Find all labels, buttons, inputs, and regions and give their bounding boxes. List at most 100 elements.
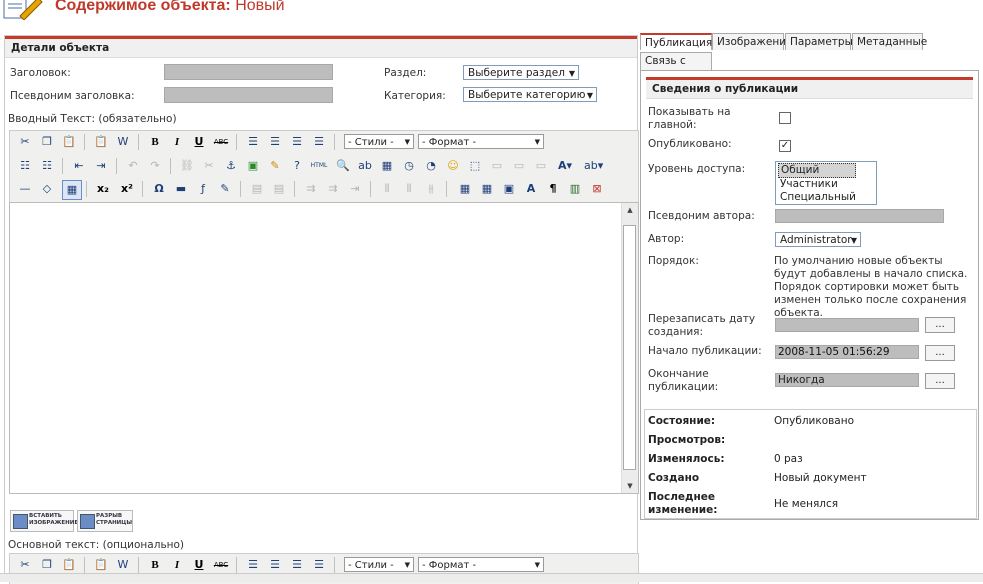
paste-word-icon[interactable]: W	[114, 556, 132, 574]
split-cells-icon[interactable]: ▦	[456, 180, 474, 198]
author-select[interactable]: Administrator ▼	[775, 232, 861, 247]
cleanup-icon[interactable]: ✎	[266, 157, 284, 175]
visual-aid-icon[interactable]: ▣	[500, 180, 518, 198]
table-cell-icon[interactable]: ▤	[270, 180, 288, 198]
publish-end-input[interactable]: Никогда	[775, 373, 919, 387]
strikethrough-icon[interactable]: ABC	[212, 133, 230, 151]
access-option-special[interactable]: Специальный	[776, 191, 876, 204]
anchor-icon[interactable]: ⚓	[222, 157, 240, 175]
access-listbox[interactable]: Общий Участники Специальный	[775, 161, 877, 205]
frontpage-checkbox[interactable]	[779, 112, 791, 124]
category-select[interactable]: Выберите категорию ▼	[463, 87, 597, 102]
publish-end-button[interactable]: ...	[925, 373, 955, 389]
abbr-icon[interactable]: A	[522, 180, 540, 198]
pilcrow-icon[interactable]: ¶	[544, 180, 562, 198]
flash-icon[interactable]: ƒ	[194, 180, 212, 198]
published-checkbox[interactable]: ✓	[779, 140, 791, 152]
charmap-icon[interactable]: Ω	[150, 180, 168, 198]
col-before-icon[interactable]: ⫴	[378, 180, 396, 198]
tab-metadata[interactable]: Метаданные	[852, 33, 927, 50]
tab-parameters[interactable]: Параметры	[785, 33, 853, 50]
tab-images[interactable]: Изображения	[712, 33, 792, 50]
layer-backward-icon[interactable]: ▭	[532, 157, 550, 175]
align-center-icon[interactable]: ☰	[266, 556, 284, 574]
edit-icon[interactable]: ✎	[216, 180, 234, 198]
tab-menu-link[interactable]: Связь с меню	[640, 52, 712, 84]
merge-cells-icon[interactable]: ▦	[478, 180, 496, 198]
justify-icon[interactable]: ☰	[310, 133, 328, 151]
bullet-list-icon[interactable]: ☷	[16, 157, 34, 175]
scroll-thumb[interactable]	[623, 225, 636, 470]
table-icon[interactable]: ▦	[62, 180, 82, 200]
image-icon[interactable]: ▣	[244, 157, 262, 175]
cut-icon[interactable]: ✂	[16, 133, 34, 151]
alias-input[interactable]	[164, 87, 333, 103]
layer-icon[interactable]: ▭	[488, 157, 506, 175]
styles-dropdown[interactable]: - Стили - ▼	[344, 134, 414, 149]
media-icon[interactable]: ⊠	[588, 180, 606, 198]
align-right-icon[interactable]: ☰	[288, 133, 306, 151]
row-before-icon[interactable]: ⇉	[302, 180, 320, 198]
undo-icon[interactable]: ↶	[124, 157, 142, 175]
tab-publication[interactable]: Публикация	[640, 33, 712, 50]
format-dropdown[interactable]: - Формат - ▼	[418, 134, 544, 149]
superscript-icon[interactable]: x²	[118, 180, 136, 198]
col-after-icon[interactable]: ⫴	[400, 180, 418, 198]
publish-start-input[interactable]: 2008-11-05 01:56:29	[775, 345, 919, 359]
layer-forward-icon[interactable]: ▭	[510, 157, 528, 175]
title-input[interactable]	[164, 64, 333, 80]
paste-text-icon[interactable]: 📋	[92, 133, 110, 151]
author-alias-input[interactable]	[775, 209, 944, 223]
unlink-icon[interactable]: ✂	[200, 157, 218, 175]
align-left-icon[interactable]: ☰	[244, 556, 262, 574]
replace-icon[interactable]: ab	[356, 157, 374, 175]
format-dropdown[interactable]: - Формат - ▼	[418, 557, 544, 572]
link-icon[interactable]: ⛓	[178, 157, 196, 175]
copy-icon[interactable]: ❐	[38, 133, 56, 151]
paste-text-icon[interactable]: 📋	[92, 556, 110, 574]
underline-icon[interactable]: U	[190, 556, 208, 574]
scroll-down-icon[interactable]: ▼	[622, 479, 638, 493]
subscript-icon[interactable]: x₂	[94, 180, 112, 198]
insert-image-button[interactable]: ВСТАВИТЬ ИЗОБРАЖЕНИЕ	[10, 510, 78, 532]
underline-icon[interactable]: U	[190, 133, 208, 151]
indent-icon[interactable]: ⇥	[92, 157, 110, 175]
align-center-icon[interactable]: ☰	[266, 133, 284, 151]
styles-dropdown[interactable]: - Стили - ▼	[344, 557, 414, 572]
outdent-icon[interactable]: ⇤	[70, 157, 88, 175]
italic-icon[interactable]: I	[168, 133, 186, 151]
eraser-icon[interactable]: ◇	[38, 180, 56, 198]
table-row-icon[interactable]: ▤	[248, 180, 266, 198]
text-color-icon[interactable]: A▾	[556, 157, 574, 175]
copy-icon[interactable]: ❐	[38, 556, 56, 574]
strikethrough-icon[interactable]: ABC	[212, 556, 230, 574]
publish-start-button[interactable]: ...	[925, 345, 955, 361]
html-icon[interactable]: HTML	[310, 157, 328, 175]
row-after-icon[interactable]: ⇉	[324, 180, 342, 198]
scroll-up-icon[interactable]: ▲	[622, 203, 638, 217]
paste-icon[interactable]: 📋	[60, 133, 78, 151]
override-date-input[interactable]	[775, 318, 919, 332]
paste-word-icon[interactable]: W	[114, 133, 132, 151]
intro-text-editor[interactable]: ▲ ▼	[9, 202, 639, 494]
emoticon-icon[interactable]: ☺	[444, 157, 462, 175]
align-right-icon[interactable]: ☰	[288, 556, 306, 574]
override-date-button[interactable]: ...	[925, 317, 955, 333]
hr-advanced-icon[interactable]: ▬	[172, 180, 190, 198]
access-option-members[interactable]: Участники	[776, 178, 876, 191]
delete-col-icon[interactable]: ⫵	[422, 180, 440, 198]
access-option-public[interactable]: Общий	[778, 163, 856, 178]
bold-icon[interactable]: B	[146, 133, 164, 151]
delete-row-icon[interactable]: ⇥	[346, 180, 364, 198]
insert-date-icon[interactable]: ▦	[378, 157, 396, 175]
italic-icon[interactable]: I	[168, 556, 186, 574]
insert-time-icon[interactable]: ◷	[400, 157, 418, 175]
fullscreen-icon[interactable]: ⬚	[466, 157, 484, 175]
highlight-icon[interactable]: ab▾	[584, 157, 603, 175]
justify-icon[interactable]: ☰	[310, 556, 328, 574]
section-select[interactable]: Выберите раздел ▼	[463, 65, 579, 80]
cut-icon[interactable]: ✂	[16, 556, 34, 574]
bold-icon[interactable]: B	[146, 556, 164, 574]
film-icon[interactable]: ▥	[566, 180, 584, 198]
help-icon[interactable]: ?	[288, 157, 306, 175]
